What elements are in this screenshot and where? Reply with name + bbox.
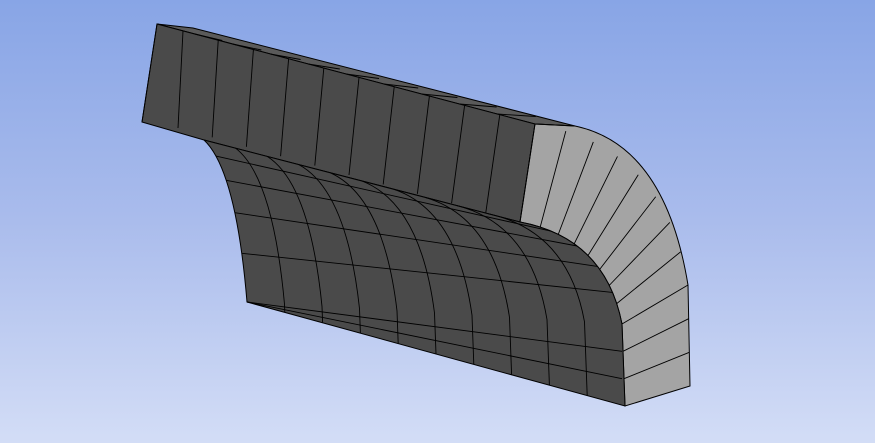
graphics-viewport[interactable] bbox=[0, 0, 875, 443]
meshed-geometry[interactable] bbox=[0, 0, 875, 443]
